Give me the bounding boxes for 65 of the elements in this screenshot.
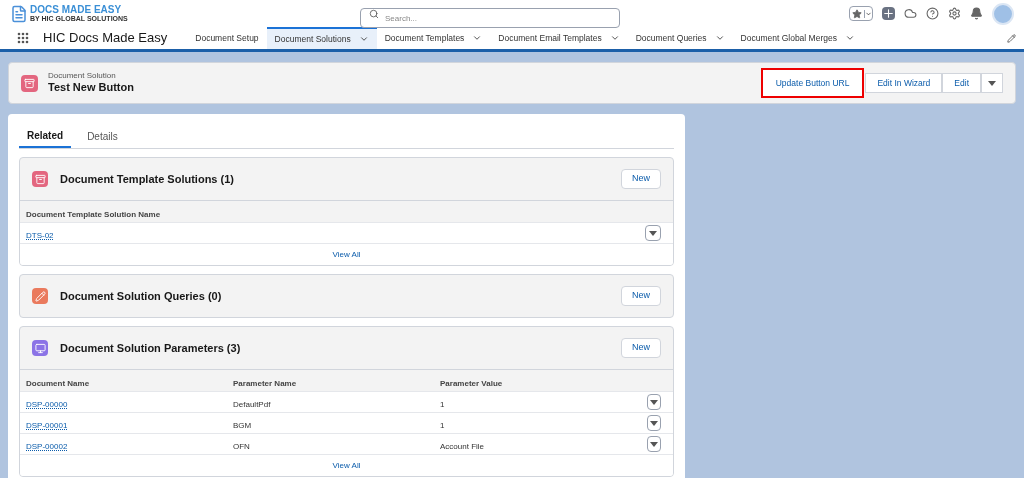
- table-cell: 1: [440, 421, 445, 430]
- action-button[interactable]: Edit: [942, 73, 981, 93]
- app-name: HIC Docs Made Easy: [43, 29, 168, 48]
- nav-tab[interactable]: Document Solutions: [266, 27, 377, 49]
- chevron-icon: [472, 33, 483, 43]
- action-button[interactable]: Edit In Wizard: [865, 73, 943, 93]
- view-all-link[interactable]: View All: [332, 459, 361, 472]
- column-header: Document Template Solution Name: [26, 209, 161, 219]
- list-title: Document Solution Parameters (3): [60, 340, 242, 356]
- cloud-icon[interactable]: [904, 7, 917, 20]
- table-cell: DefaultPdf: [233, 400, 271, 409]
- list-title: Document Template Solutions (1): [60, 171, 235, 187]
- table-cell: OFN: [233, 442, 250, 451]
- nav-tab[interactable]: Document Email Templates: [490, 27, 628, 49]
- row-menu-button[interactable]: [645, 225, 661, 241]
- table-cell: BGM: [233, 421, 252, 430]
- record-title: Test New Button: [48, 81, 134, 95]
- list-title: Document Solution Queries (0): [60, 288, 223, 304]
- row-menu-button[interactable]: [647, 415, 661, 431]
- caret-icon: [649, 230, 657, 236]
- edit-nav-icon[interactable]: [1007, 33, 1016, 43]
- column-header: Parameter Value: [440, 378, 503, 388]
- star-icon: [852, 8, 862, 19]
- table-cell: Account File: [440, 442, 485, 451]
- favorites-button[interactable]: [849, 6, 873, 21]
- row-menu-button[interactable]: [647, 394, 661, 410]
- row-menu-button[interactable]: [647, 436, 661, 452]
- app-launcher-icon[interactable]: [17, 32, 29, 44]
- search-icon: [369, 8, 379, 19]
- record-tab[interactable]: Details: [79, 124, 126, 148]
- settings-icon[interactable]: [948, 7, 961, 20]
- new-button[interactable]: New: [621, 286, 661, 306]
- search-field[interactable]: Search...: [360, 8, 620, 28]
- caret-icon: [988, 80, 996, 86]
- chevron-icon: [864, 9, 872, 18]
- brand-title: DOCS MADE EASY: [30, 5, 123, 15]
- chevron-icon: [844, 33, 855, 43]
- notifications-icon[interactable]: [970, 7, 983, 20]
- view-all-link[interactable]: View All: [332, 248, 361, 261]
- nav-tab[interactable]: Document Setup: [187, 27, 267, 49]
- record-tab[interactable]: Related: [19, 124, 72, 148]
- column-header: Document Name: [26, 378, 90, 388]
- chevron-icon: [609, 33, 620, 43]
- column-header: Parameter Name: [233, 378, 297, 388]
- action-button[interactable]: Update Button URL: [762, 70, 863, 96]
- chevron-icon: [714, 33, 725, 43]
- nav-tab[interactable]: Document Global Merges: [732, 27, 863, 49]
- new-button[interactable]: New: [621, 169, 661, 189]
- record-link[interactable]: DSP-00000: [26, 400, 68, 409]
- record-link[interactable]: DSP-00002: [26, 442, 68, 451]
- record-link[interactable]: DTS-02: [26, 231, 54, 240]
- logo-icon: [10, 4, 28, 23]
- chevron-icon: [358, 34, 369, 44]
- nav-tab[interactable]: Document Queries: [627, 27, 733, 49]
- table-cell: 1: [440, 400, 445, 409]
- record-type: Document Solution: [48, 71, 117, 82]
- new-button[interactable]: New: [621, 338, 661, 358]
- more-actions-button[interactable]: [981, 73, 1003, 93]
- add-icon[interactable]: [882, 7, 895, 20]
- help-icon[interactable]: [926, 7, 939, 20]
- record-link[interactable]: DSP-00001: [26, 421, 68, 430]
- caret-icon: [650, 420, 658, 426]
- caret-icon: [650, 441, 658, 447]
- nav-tab[interactable]: Document Templates: [376, 27, 491, 49]
- caret-icon: [650, 399, 658, 405]
